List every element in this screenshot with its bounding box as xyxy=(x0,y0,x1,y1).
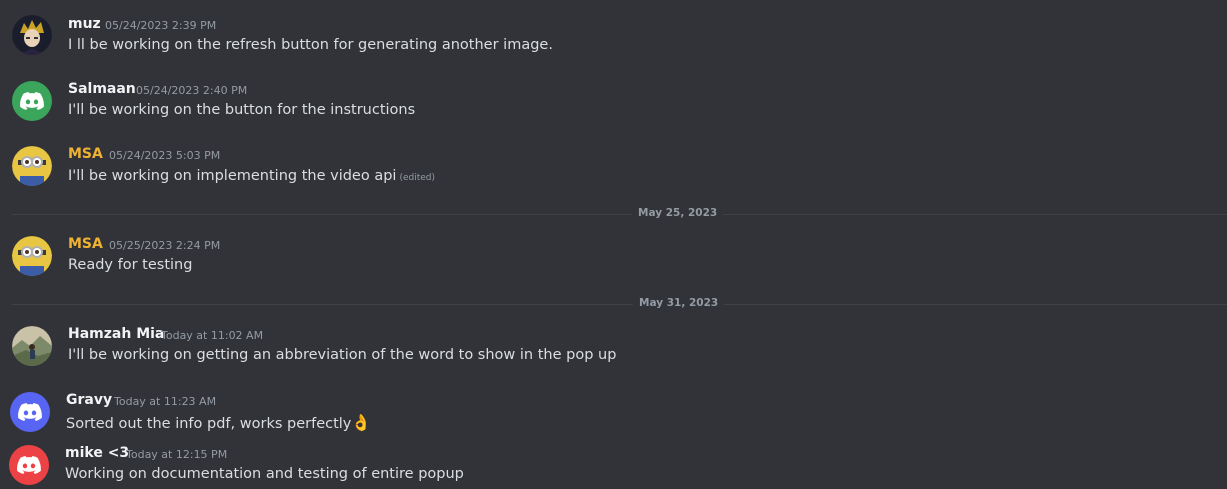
author-name[interactable]: MSA xyxy=(68,236,103,252)
author-name[interactable]: Hamzah Mia xyxy=(68,326,164,342)
author-name[interactable]: muz xyxy=(68,16,101,32)
message-timestamp: 05/24/2023 5:03 PM xyxy=(109,149,221,162)
date-divider-label: May 31, 2023 xyxy=(633,297,725,309)
message-timestamp: 05/25/2023 2:24 PM xyxy=(109,239,221,252)
message-timestamp: Today at 11:02 AM xyxy=(161,329,264,342)
message-timestamp: 05/24/2023 2:39 PM xyxy=(105,19,217,32)
date-divider-label: May 25, 2023 xyxy=(632,207,724,219)
edited-marker: (edited) xyxy=(399,173,436,183)
avatar[interactable] xyxy=(12,236,52,276)
message-text-body: I'll be working on implementing the vide… xyxy=(68,168,397,184)
date-divider xyxy=(12,304,1227,305)
chat-messages: muz 05/24/2023 2:39 PM I ll be working o… xyxy=(0,0,1227,489)
author-name[interactable]: mike <3 xyxy=(65,445,129,461)
date-divider xyxy=(12,214,1227,215)
avatar[interactable] xyxy=(12,15,52,55)
avatar[interactable] xyxy=(12,81,52,121)
message-timestamp: 05/24/2023 2:40 PM xyxy=(136,84,248,97)
avatar[interactable] xyxy=(9,445,49,485)
discord-logo-icon xyxy=(20,92,44,110)
discord-logo-icon xyxy=(17,456,41,474)
discord-logo-icon xyxy=(18,403,42,421)
avatar[interactable] xyxy=(12,326,52,366)
message-text-body: Sorted out the info pdf, works perfectly xyxy=(66,416,352,432)
message-text: I'll be working on getting an abbreviati… xyxy=(68,347,617,363)
author-name[interactable]: MSA xyxy=(68,146,103,162)
message-text: I'll be working on the button for the in… xyxy=(68,102,416,118)
ok-hand-emoji: 👌 xyxy=(351,413,372,432)
message-text: Sorted out the info pdf, works perfectly… xyxy=(66,413,371,432)
message-timestamp: Today at 12:15 PM xyxy=(126,448,228,461)
avatar[interactable] xyxy=(10,392,50,432)
author-name[interactable]: Gravy xyxy=(66,392,112,408)
avatar[interactable] xyxy=(12,146,52,186)
message-text: I ll be working on the refresh button fo… xyxy=(68,37,553,53)
message-text: Working on documentation and testing of … xyxy=(65,466,464,482)
message-text: Ready for testing xyxy=(68,257,193,273)
message-timestamp: Today at 11:23 AM xyxy=(114,395,217,408)
message-text: I'll be working on implementing the vide… xyxy=(68,168,435,184)
author-name[interactable]: Salmaan xyxy=(68,81,136,97)
